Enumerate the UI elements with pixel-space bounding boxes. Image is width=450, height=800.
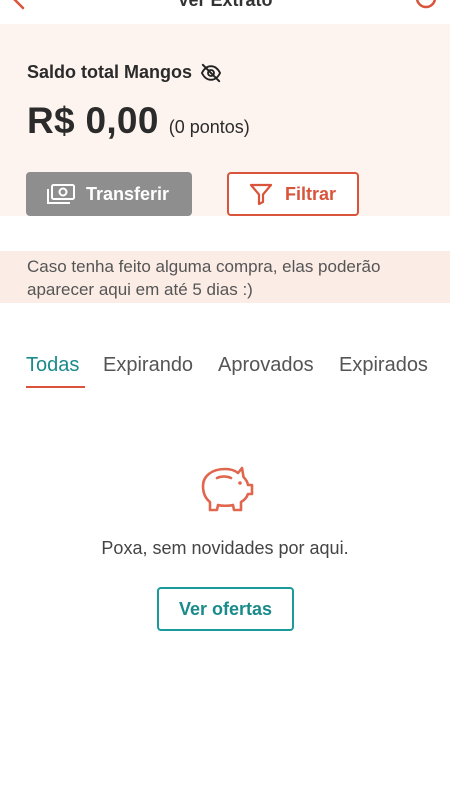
tab-aprovados[interactable]: Aprovados (218, 354, 314, 377)
transfer-button[interactable]: Transferir (26, 172, 192, 216)
money-icon (47, 184, 75, 204)
view-offers-button[interactable]: Ver ofertas (157, 587, 294, 631)
page-title: Ver Extrato (177, 0, 273, 10)
filter-icon (249, 183, 273, 206)
notice-banner: Caso tenha feito alguma compra, elas pod… (0, 251, 450, 303)
eye-off-icon[interactable] (200, 63, 222, 83)
filter-button-label: Filtrar (285, 183, 337, 204)
filter-button[interactable]: Filtrar (227, 172, 359, 216)
tab-todas[interactable]: Todas (26, 354, 79, 377)
balance-value: R$ 0,00 (27, 100, 159, 141)
balance-card: Saldo total Mangos R$ 0,00 (0 pontos) Tr… (0, 24, 450, 216)
active-tab-indicator (26, 386, 85, 388)
empty-state: Poxa, sem novidades por aqui. Ver oferta… (0, 458, 450, 631)
notice-text: Caso tenha feito alguma compra, elas pod… (27, 257, 381, 299)
tab-expirando[interactable]: Expirando (103, 354, 193, 377)
balance-points: (0 pontos) (168, 117, 250, 137)
help-icon[interactable] (414, 0, 438, 10)
tab-bar: Todas Expirando Aprovados Expirados (0, 354, 450, 394)
balance-label: Saldo total Mangos (27, 62, 193, 82)
empty-state-message: Poxa, sem novidades por aqui. (101, 538, 349, 558)
tab-expirados[interactable]: Expirados (339, 354, 428, 377)
transfer-button-label: Transferir (86, 183, 170, 204)
balance-value-row: R$ 0,00 (0 pontos) (27, 100, 250, 142)
balance-label-row: Saldo total Mangos (27, 62, 222, 83)
piggy-bank-icon (201, 466, 254, 512)
top-bar: Ver Extrato (0, 0, 450, 24)
